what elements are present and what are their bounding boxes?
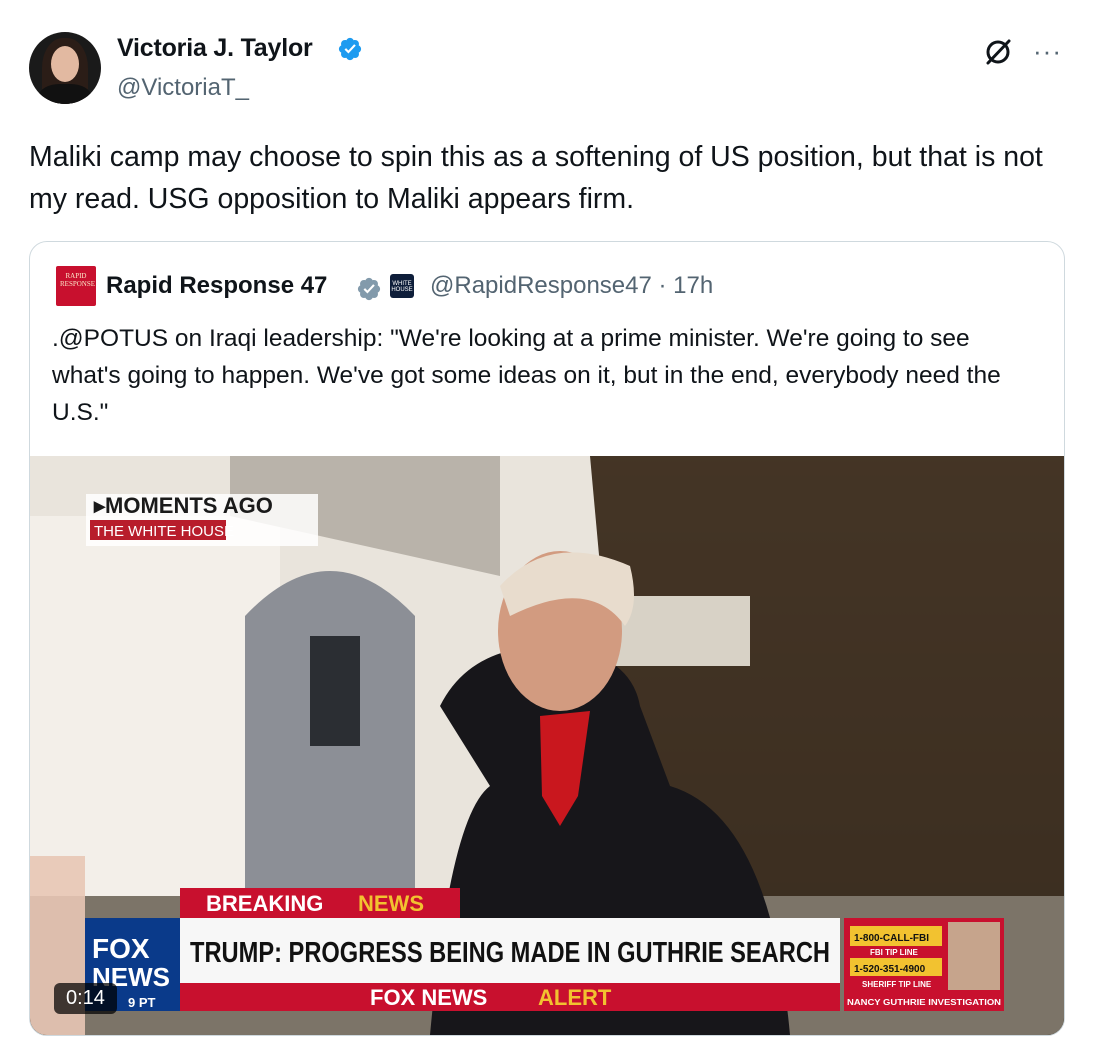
video-duration: 0:14 [54,983,117,1014]
location-label: THE WHITE HOUSE [94,523,234,540]
phone-1-label: 1-800-CALL-FBI [854,933,929,944]
quoted-tweet-text: .@POTUS on Iraqi leadership: "We're look… [52,325,1001,426]
door-window [310,636,360,746]
tweet-text: Maliki camp may choose to spin this as a… [29,141,1043,215]
avatar-face [51,46,79,82]
phone-2-label: 1-520-351-4900 [854,964,926,975]
verified-badge-icon [338,37,362,61]
fox-logo-text-1: FOX [92,933,150,964]
phone-1-sub: FBI TIP LINE [870,948,919,957]
avatar-body [39,84,91,104]
headline-label: TRUMP: PROGRESS BEING MADE IN GUTHRIE SE… [190,937,830,969]
more-options-icon[interactable]: ··· [1033,36,1062,67]
quoted-handle-time[interactable]: @RapidResponse47 · 17h [430,272,713,300]
news-label: NEWS [358,891,424,916]
author-avatar[interactable] [29,32,101,104]
nancy-photo [948,922,1000,990]
affiliation-badge-icon[interactable]: WHITE HOUSE [390,274,414,298]
investigation-label: NANCY GUTHRIE INVESTIGATION [847,998,1001,1007]
author-name[interactable]: Victoria J. Taylor [117,34,313,63]
quoted-avatar-text: RAPID RESPONSE [60,272,96,288]
quoted-author-name[interactable]: Rapid Response 47 [106,272,327,300]
video-player[interactable]: ▸MOMENTS AGO THE WHITE HOUSE BREAKING NE… [30,456,1064,1035]
alert-bar [180,983,840,1011]
moments-ago-label: ▸MOMENTS AGO [93,493,273,518]
fox-logo-time: 9 PT [128,995,156,1010]
alert-label-1: FOX NEWS [370,985,487,1010]
gray-verified-badge-icon [357,277,381,301]
author-handle[interactable]: @VictoriaT_ [117,74,249,102]
alert-label-2: ALERT [538,985,612,1010]
building-column [30,516,280,896]
grok-icon[interactable] [982,36,1014,68]
phone-2-sub: SHERIFF TIP LINE [862,980,932,989]
quoted-tweet[interactable]: RAPID RESPONSE Rapid Response 47 WHITE H… [29,241,1065,1036]
breaking-label: BREAKING [206,891,323,916]
quoted-author-avatar[interactable]: RAPID RESPONSE [56,266,96,306]
video-frame: ▸MOMENTS AGO THE WHITE HOUSE BREAKING NE… [30,456,1064,1035]
affiliation-badge-text: WHITE HOUSE [391,281,413,293]
